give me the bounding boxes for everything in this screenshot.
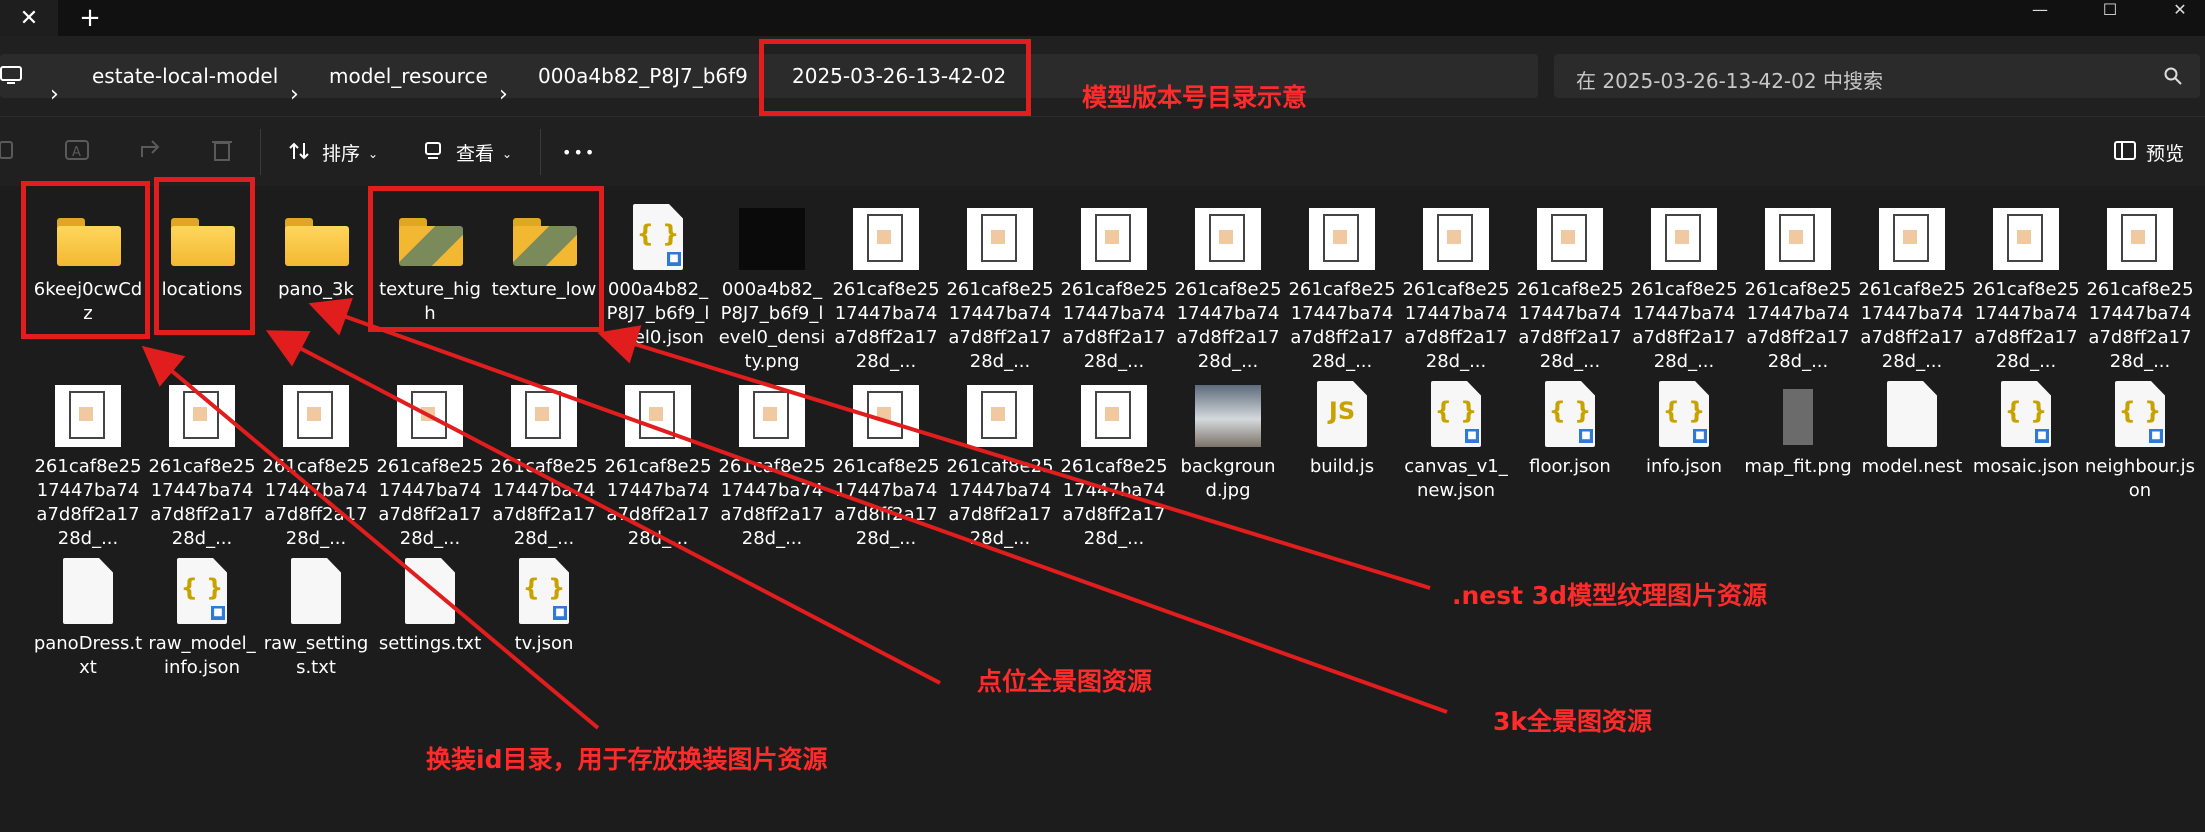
arrow-locations bbox=[265, 330, 941, 685]
arrow-dress bbox=[141, 345, 600, 730]
arrow-nest bbox=[597, 325, 1431, 590]
annotation-arrows bbox=[141, 297, 1448, 730]
